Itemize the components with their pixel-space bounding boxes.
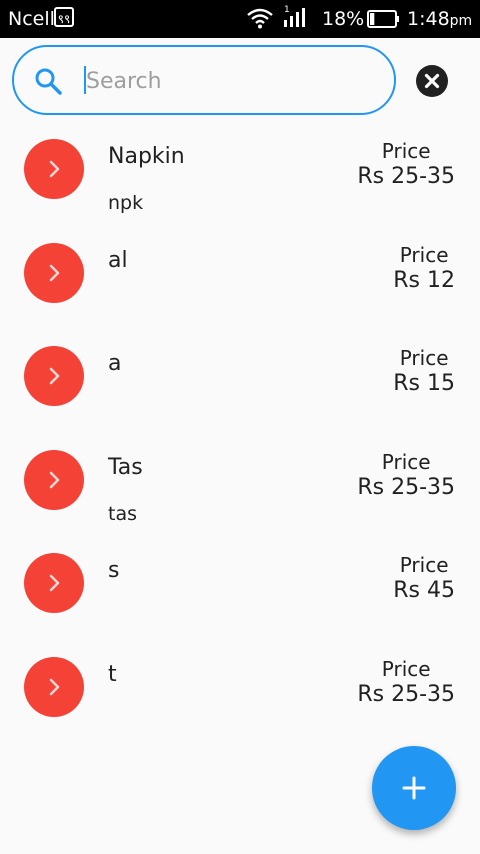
price-label: Price <box>381 656 431 681</box>
open-item-button[interactable] <box>24 656 84 717</box>
item-name: al <box>108 247 128 273</box>
item-name: t <box>108 661 117 687</box>
add-item-button[interactable] <box>372 746 456 830</box>
list-item[interactable]: Tas tas Price Rs 25-35 <box>0 435 480 539</box>
item-code: npk <box>108 192 144 214</box>
price-block: Price Rs 25-35 <box>357 657 455 709</box>
open-item-button[interactable] <box>24 449 84 510</box>
price-block: Price Rs 25-35 <box>357 450 455 502</box>
clear-search-button[interactable] <box>416 65 448 97</box>
sim-badge: ९९ <box>54 7 74 27</box>
chevron-right-icon <box>49 264 60 281</box>
item-code: tas <box>108 502 137 525</box>
clock-time: 1:48 <box>407 8 450 30</box>
item-name: a <box>108 351 122 376</box>
price-value: Rs 12 <box>393 267 455 293</box>
price-label: Price <box>381 449 431 474</box>
price-block: Price Rs 12 <box>393 243 455 295</box>
open-item-button[interactable] <box>24 553 84 613</box>
wifi-icon <box>246 7 274 33</box>
close-icon <box>424 73 440 89</box>
item-name: Napkin <box>108 144 185 169</box>
list-item[interactable]: t Price Rs 25-35 <box>0 642 480 746</box>
add-icon <box>402 776 426 800</box>
chevron-right-icon <box>49 367 60 385</box>
product-list: Napkin npk Price Rs 25-35 al Price Rs 12… <box>0 124 480 745</box>
price-value: Rs 15 <box>393 371 455 396</box>
price-label: Price <box>399 242 449 267</box>
chevron-right-icon <box>49 160 60 178</box>
price-label: Price <box>381 139 431 163</box>
price-value: Rs 25-35 <box>357 681 455 707</box>
search-input[interactable] <box>84 61 378 101</box>
signal-icon: 1 <box>282 4 308 34</box>
price-label: Price <box>399 553 449 577</box>
open-item-button[interactable] <box>24 139 84 199</box>
chevron-right-icon <box>49 678 60 695</box>
chevron-right-icon <box>49 471 60 488</box>
item-name: Tas <box>108 454 143 480</box>
search-bar <box>12 45 396 115</box>
price-value: Rs 45 <box>393 578 455 603</box>
price-value: Rs 25-35 <box>357 474 455 500</box>
price-value: Rs 25-35 <box>357 164 455 189</box>
open-item-button[interactable] <box>24 346 84 406</box>
list-item[interactable]: al Price Rs 12 <box>0 228 480 332</box>
list-item[interactable]: s Price Rs 45 <box>0 538 480 642</box>
clock-suffix: pm <box>449 13 473 29</box>
item-name: s <box>108 558 120 583</box>
signal-sim-number: 1 <box>284 5 290 15</box>
open-item-button[interactable] <box>24 242 84 303</box>
text-cursor <box>84 66 86 94</box>
battery-percent: 18% <box>322 8 365 30</box>
price-block: Price Rs 45 <box>393 553 455 605</box>
list-item[interactable]: Napkin npk Price Rs 25-35 <box>0 124 480 228</box>
clock: 1:48pm <box>407 8 472 32</box>
price-label: Price <box>399 346 449 370</box>
status-bar: Ncell ९९ 1 18% 1:48pm <box>0 0 480 38</box>
search-icon <box>34 67 62 99</box>
price-block: Price Rs 25-35 <box>357 139 455 191</box>
chevron-right-icon <box>49 574 60 592</box>
battery-icon <box>367 9 401 33</box>
battery-fill <box>370 13 375 25</box>
price-block: Price Rs 15 <box>393 346 455 398</box>
list-item[interactable]: a Price Rs 15 <box>0 331 480 435</box>
carrier-name: Ncell <box>8 8 55 30</box>
